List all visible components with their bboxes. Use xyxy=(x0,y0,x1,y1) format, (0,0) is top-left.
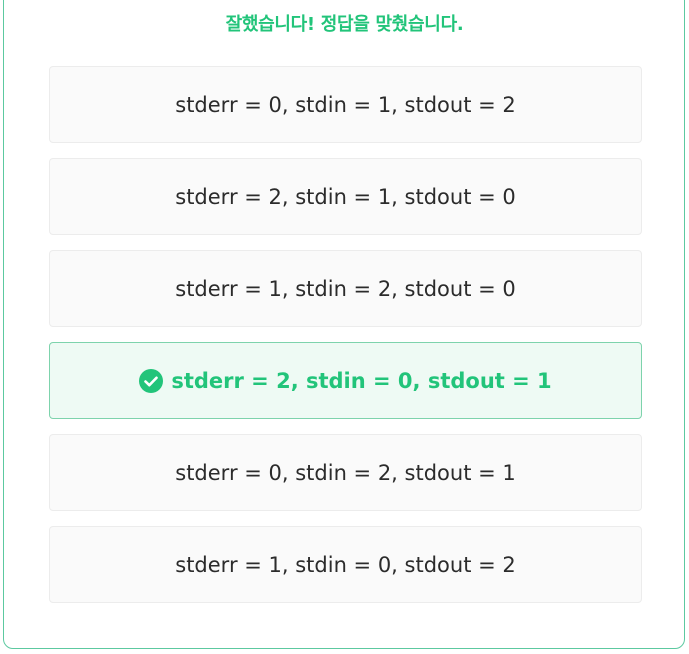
option-label: stderr = 2, stdin = 0, stdout = 1 xyxy=(171,368,552,393)
option-5[interactable]: stderr = 0, stdin = 2, stdout = 1 xyxy=(49,434,642,511)
option-6[interactable]: stderr = 1, stdin = 0, stdout = 2 xyxy=(49,526,642,603)
option-3[interactable]: stderr = 1, stdin = 2, stdout = 0 xyxy=(49,250,642,327)
option-label: stderr = 0, stdin = 2, stdout = 1 xyxy=(175,460,516,485)
option-1[interactable]: stderr = 0, stdin = 1, stdout = 2 xyxy=(49,66,642,143)
option-label: stderr = 2, stdin = 1, stdout = 0 xyxy=(175,184,516,209)
option-label: stderr = 1, stdin = 2, stdout = 0 xyxy=(175,276,516,301)
result-message: 잘했습니다! 정답을 맞췄습니다. xyxy=(225,14,464,35)
check-circle-icon xyxy=(139,368,164,393)
option-label: stderr = 0, stdin = 1, stdout = 2 xyxy=(175,92,516,117)
option-2[interactable]: stderr = 2, stdin = 1, stdout = 0 xyxy=(49,158,642,235)
option-4-correct[interactable]: stderr = 2, stdin = 0, stdout = 1 xyxy=(49,342,642,419)
option-label: stderr = 1, stdin = 0, stdout = 2 xyxy=(175,552,516,577)
